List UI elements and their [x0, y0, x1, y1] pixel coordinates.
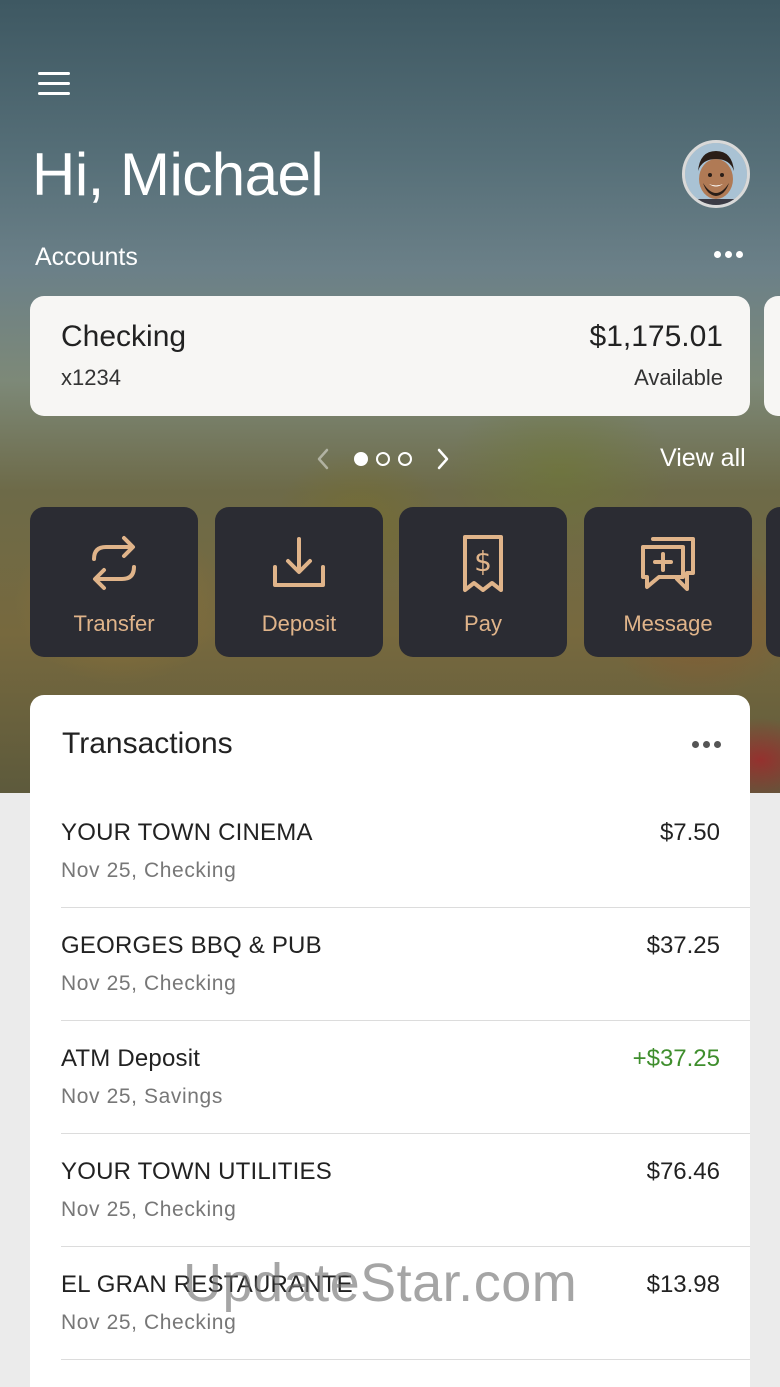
- account-balance-label: Available: [634, 365, 723, 390]
- deposit-label: Deposit: [261, 611, 337, 636]
- transaction-detail: Nov 25, Checking: [61, 1198, 237, 1221]
- transaction-row[interactable]: GEORGES BBQ & PUB Nov 25, Checking $37.2…: [61, 908, 750, 1021]
- svg-text:$: $: [474, 545, 492, 578]
- transaction-amount: $76.46: [646, 1158, 720, 1185]
- transaction-name: GEORGES BBQ & PUB: [61, 932, 322, 959]
- transaction-row[interactable]: YOUR TOWN UTILITIES Nov 25, Checking $76…: [61, 1134, 750, 1247]
- pay-bill-icon: $: [463, 535, 503, 592]
- profile-photo: [685, 143, 747, 205]
- accounts-label: Accounts: [35, 243, 138, 271]
- next-account-card[interactable]: [764, 296, 780, 416]
- transactions-panel: Transactions YOUR TOWN CINEMA Nov 25, Ch…: [30, 695, 750, 1387]
- pager-dot-1[interactable]: [354, 452, 368, 466]
- pager-dot-2[interactable]: [376, 452, 390, 466]
- transfer-label: Transfer: [73, 611, 155, 636]
- transaction-name: ATM Deposit: [61, 1045, 201, 1072]
- deposit-icon: [273, 537, 325, 587]
- more-actions-tile[interactable]: [766, 507, 780, 657]
- transfer-button[interactable]: Transfer: [30, 507, 198, 657]
- transaction-amount: $7.50: [659, 819, 720, 846]
- message-label: Message: [623, 611, 713, 636]
- view-all-link[interactable]: View all: [660, 444, 746, 473]
- transaction-amount: $37.25: [646, 932, 720, 959]
- transaction-row[interactable]: YOUR TOWN CINEMA Nov 25, Checking $7.50: [61, 795, 750, 908]
- transaction-detail: Nov 25, Checking: [61, 972, 237, 995]
- avatar[interactable]: [682, 140, 750, 208]
- account-name: Checking: [61, 320, 187, 353]
- transaction-name: YOUR TOWN CINEMA: [61, 819, 313, 846]
- transaction-amount: +$37.25: [632, 1045, 720, 1072]
- transaction-row[interactable]: ATM Deposit Nov 25, Savings +$37.25: [61, 1021, 750, 1134]
- pager-dot-3[interactable]: [398, 452, 412, 466]
- menu-icon[interactable]: [38, 72, 70, 96]
- pay-label: Pay: [464, 611, 502, 636]
- chevron-right-icon[interactable]: [430, 444, 456, 474]
- chevron-left-icon[interactable]: [310, 444, 336, 474]
- account-balance: $1,175.01: [589, 320, 723, 353]
- account-number: x1234: [61, 365, 121, 390]
- account-pager: [310, 444, 456, 474]
- transactions-title: Transactions: [62, 727, 233, 760]
- account-card-checking[interactable]: Checking x1234 $1,175.01 Available: [30, 296, 750, 416]
- deposit-button[interactable]: Deposit: [215, 507, 383, 657]
- transaction-amount: $13.98: [646, 1271, 720, 1298]
- transaction-detail: Nov 25, Savings: [61, 1085, 223, 1108]
- transaction-row[interactable]: EL GRAN RESTAURANTE Nov 25, Checking $13…: [61, 1247, 750, 1360]
- header-background: Hi, Michael Accounts Checking x1234 $1,1…: [0, 0, 780, 793]
- transaction-detail: Nov 25, Checking: [61, 859, 237, 882]
- greeting: Hi, Michael: [32, 141, 324, 208]
- transactions-more-icon[interactable]: [692, 732, 726, 756]
- transaction-detail: Nov 25, Checking: [61, 1311, 237, 1334]
- transaction-name: YOUR TOWN UTILITIES: [61, 1158, 332, 1185]
- message-icon: [641, 537, 695, 591]
- message-button[interactable]: Message: [584, 507, 752, 657]
- transfer-icon: [92, 536, 136, 590]
- pay-button[interactable]: $ Pay: [399, 507, 567, 657]
- transaction-name: EL GRAN RESTAURANTE: [61, 1271, 353, 1298]
- accounts-more-icon[interactable]: [714, 242, 748, 266]
